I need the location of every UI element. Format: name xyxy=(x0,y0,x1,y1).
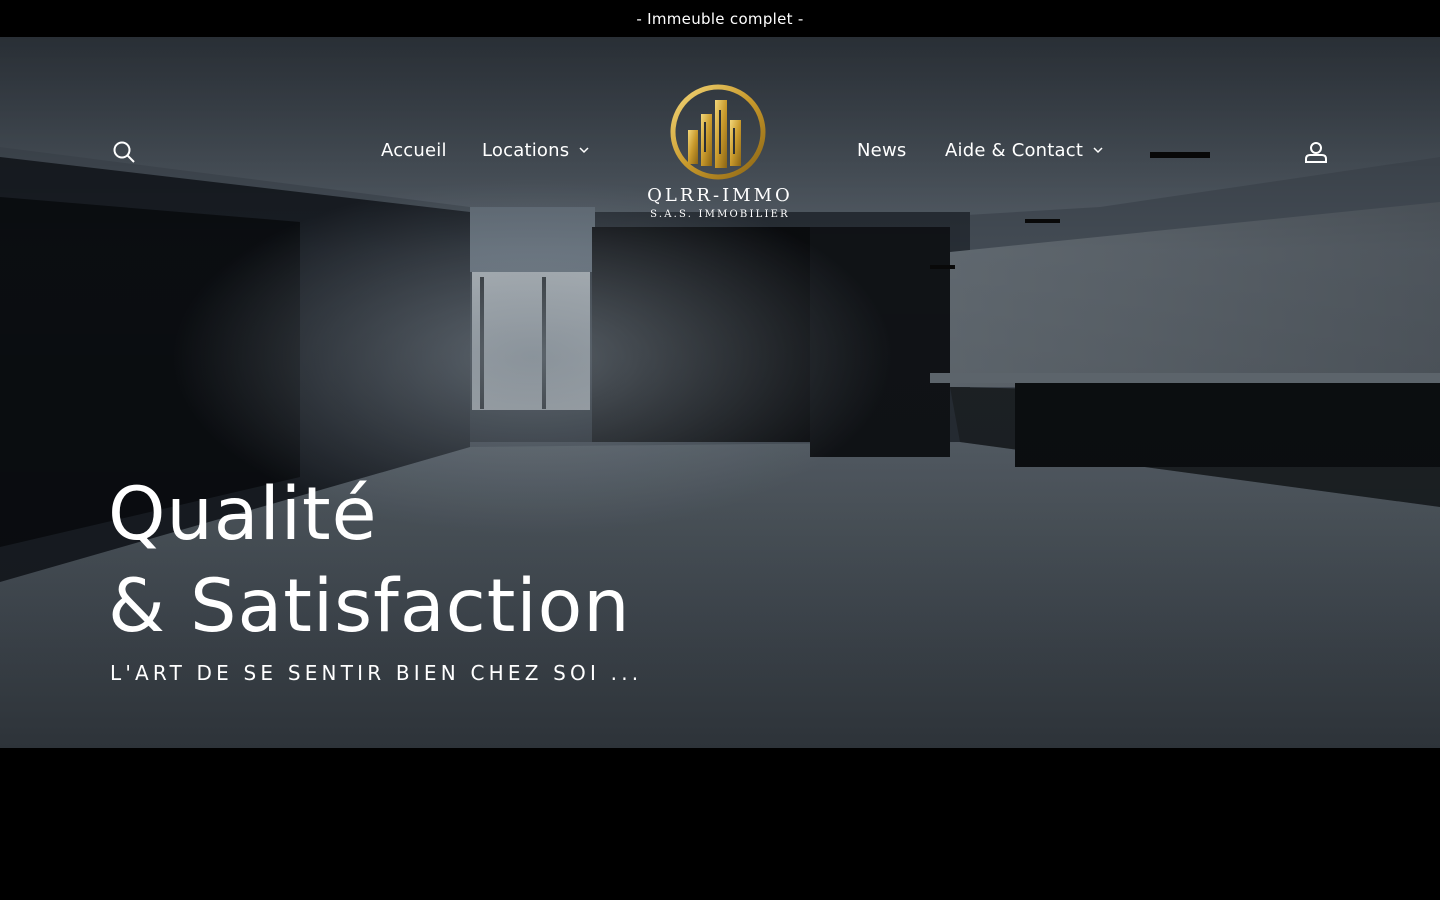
user-icon xyxy=(1305,142,1327,163)
chevron-down-icon xyxy=(1093,147,1103,154)
site-logo[interactable]: QLRR-IMMO S.A.S. IMMOBILIER xyxy=(630,82,810,227)
hero-subtitle: L'ART DE SE SENTIR BIEN CHEZ SOI ... xyxy=(110,661,643,685)
search-button[interactable] xyxy=(110,138,138,166)
logo-name: QLRR-IMMO xyxy=(647,185,793,206)
search-icon xyxy=(113,141,135,163)
announcement-text: - Immeuble complet - xyxy=(636,9,804,28)
announcement-bar: - Immeuble complet - xyxy=(0,0,1440,37)
nav-item-locations[interactable]: Locations xyxy=(482,140,589,161)
hero-title: Qualité & Satisfaction xyxy=(108,469,631,653)
page-below-hero xyxy=(0,748,1440,900)
hero-title-line-2: & Satisfaction xyxy=(108,564,631,649)
nav-item-label: Accueil xyxy=(381,140,447,161)
buildings-ring-logo-icon xyxy=(670,84,766,180)
logo-subtitle: S.A.S. IMMOBILIER xyxy=(650,209,790,220)
nav-item-aide-contact[interactable]: Aide & Contact xyxy=(945,140,1103,161)
nav-item-accueil[interactable]: Accueil xyxy=(381,140,447,161)
chevron-down-icon xyxy=(579,147,589,154)
nav-item-label: News xyxy=(857,140,907,161)
nav-item-label: Aide & Contact xyxy=(945,140,1084,161)
nav-item-news[interactable]: News xyxy=(857,140,906,161)
nav-item-label: Locations xyxy=(482,140,570,161)
account-button[interactable] xyxy=(1302,138,1330,166)
hero-banner: Accueil Locations QLRR-IMMO S.A.S. IMMOB… xyxy=(0,37,1440,748)
hero-title-line-1: Qualité xyxy=(108,472,378,557)
